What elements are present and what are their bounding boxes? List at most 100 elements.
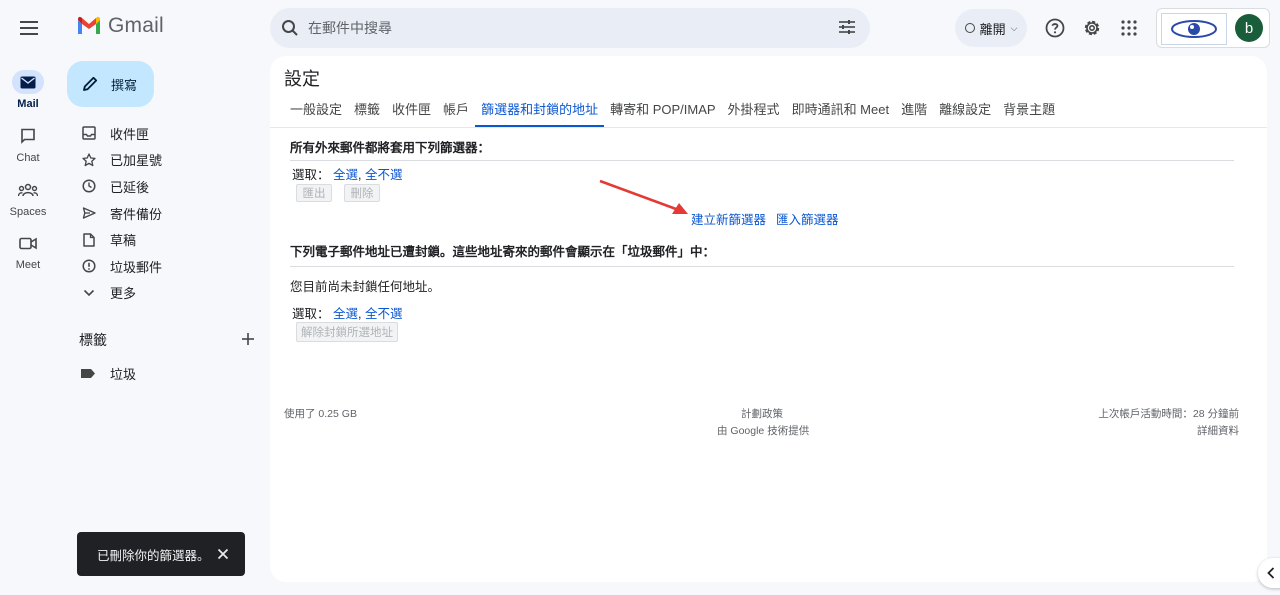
mail-icon: [12, 70, 44, 94]
plus-icon: [242, 332, 254, 345]
rail-item-mail[interactable]: Mail: [0, 70, 56, 110]
tab-themes[interactable]: 背景主題: [997, 99, 1061, 127]
search-icon[interactable]: [280, 18, 300, 38]
add-label-button[interactable]: [241, 332, 255, 349]
nav-item-spam[interactable]: 垃圾郵件: [56, 253, 270, 280]
close-snackbar-button[interactable]: [215, 546, 231, 562]
delete-button[interactable]: 刪除: [344, 184, 380, 202]
pencil-icon: [83, 76, 98, 91]
rail-label: Spaces: [9, 206, 47, 218]
nav-item-inbox[interactable]: 收件匣: [56, 120, 270, 147]
select-all-link[interactable]: 全選: [333, 307, 358, 321]
label-item-trash[interactable]: 垃圾: [80, 362, 136, 384]
select-none-link[interactable]: 全不選: [365, 307, 403, 321]
nav-label: 寄件備份: [110, 206, 163, 222]
rail-item-spaces[interactable]: Spaces: [0, 178, 56, 218]
labels-title: 標籤: [79, 332, 107, 348]
tab-offline[interactable]: 離線設定: [933, 99, 997, 127]
nav-item-more[interactable]: 更多: [56, 280, 270, 307]
settings-tabs: 一般設定 標籤 收件匣 帳戶 篩選器和封鎖的地址 轉寄和 POP/IMAP 外掛…: [284, 99, 1061, 127]
compose-label: 撰寫: [111, 77, 138, 93]
clock-icon: [80, 177, 98, 195]
app-name: Gmail: [108, 14, 164, 37]
account-switcher[interactable]: b: [1156, 8, 1270, 48]
nav-label: 更多: [110, 286, 137, 302]
chat-icon: [12, 124, 44, 148]
search-input[interactable]: [308, 20, 808, 36]
help-button[interactable]: [1035, 8, 1075, 48]
rail-label: Mail: [17, 98, 39, 110]
rail-label: Meet: [15, 259, 41, 271]
select-label: 選取：: [292, 168, 330, 182]
organization-logo-icon: [1171, 20, 1217, 38]
nav-item-starred[interactable]: 已加星號: [56, 147, 270, 174]
compose-button[interactable]: 撰寫: [67, 61, 154, 107]
side-panel-toggle[interactable]: [1258, 558, 1280, 588]
away-status-icon: [964, 23, 975, 33]
tab-filters-blocked[interactable]: 篩選器和封鎖的地址: [475, 99, 605, 127]
status-label: 離開: [979, 21, 1006, 37]
inbox-icon: [80, 124, 98, 142]
rail-item-meet[interactable]: Meet: [0, 231, 56, 271]
select-all-link[interactable]: 全選: [333, 168, 358, 182]
annotation-arrow: [599, 179, 688, 214]
unblock-selected-button[interactable]: 解除封鎖所選地址: [296, 322, 398, 342]
avatar[interactable]: b: [1235, 14, 1263, 42]
tab-accounts[interactable]: 帳戶: [437, 99, 475, 127]
close-icon: [217, 548, 229, 560]
tab-advanced[interactable]: 進階: [895, 99, 933, 127]
storage-usage: 使用了 0.25 GB: [284, 408, 357, 420]
tabs-divider: [270, 127, 1267, 128]
apps-button[interactable]: [1109, 8, 1149, 48]
draft-icon: [80, 231, 98, 249]
snackbar-message: 已刪除你的篩選器。: [97, 548, 210, 563]
tab-general[interactable]: 一般設定: [284, 99, 348, 127]
section-divider: [290, 266, 1234, 267]
hamburger-menu-icon: [20, 21, 38, 35]
rail-item-chat[interactable]: Chat: [0, 124, 56, 164]
search-options-icon[interactable]: [838, 18, 858, 38]
labels-header: 標籤: [79, 330, 255, 350]
blocked-select-row: 選取： 全選, 全不選: [292, 307, 403, 321]
apps-grid-icon: [1121, 20, 1137, 36]
tab-chat-meet[interactable]: 即時通訊和 Meet: [786, 99, 896, 127]
top-bar: Gmail 離開 ⌵ b: [0, 0, 1280, 56]
create-filter-link[interactable]: 建立新篩選器: [691, 209, 766, 228]
nav-label: 已加星號: [110, 153, 163, 169]
nav-item-sent[interactable]: 寄件備份: [56, 200, 270, 227]
nav-label: 草稿: [110, 233, 137, 249]
page-title: 設定: [284, 69, 320, 89]
rail-label: Chat: [16, 152, 40, 164]
label-icon: [80, 368, 98, 379]
status-selector[interactable]: 離開 ⌵: [955, 9, 1027, 47]
label-name: 垃圾: [110, 366, 137, 382]
tab-inbox[interactable]: 收件匣: [386, 99, 437, 127]
select-none-link[interactable]: 全不選: [365, 168, 403, 182]
search-bar[interactable]: [270, 8, 870, 48]
tab-addons[interactable]: 外掛程式: [722, 99, 786, 127]
details-link[interactable]: 詳細資料: [1197, 423, 1239, 438]
powered-by-text: 由 Google 技術提供: [717, 425, 810, 437]
last-activity-text: 上次帳戶活動時間：28 分鐘前: [1098, 408, 1239, 420]
gear-icon: [1084, 20, 1100, 36]
tab-labels[interactable]: 標籤: [348, 99, 386, 127]
no-blocked-text: 您目前尚未封鎖任何地址。: [290, 280, 441, 294]
send-icon: [80, 204, 98, 222]
snackbar: 已刪除你的篩選器。: [77, 532, 245, 576]
nav-item-snoozed[interactable]: 已延後: [56, 173, 270, 200]
gmail-logo[interactable]: Gmail: [76, 14, 164, 38]
main-menu-button[interactable]: [10, 8, 50, 48]
nav-item-drafts[interactable]: 草稿: [56, 226, 270, 253]
settings-button[interactable]: [1072, 8, 1112, 48]
gmail-m-icon: [78, 16, 100, 34]
select-label: 選取：: [292, 307, 330, 321]
blocked-section-title: 下列電子郵件地址已遭封鎖。這些地址寄來的郵件會顯示在「垃圾郵件」中：: [290, 245, 716, 259]
nav-label: 垃圾郵件: [110, 259, 163, 275]
tab-forwarding-pop-imap[interactable]: 轉寄和 POP/IMAP: [604, 99, 721, 127]
star-icon: [80, 151, 98, 169]
nav-label: 收件匣: [110, 126, 150, 142]
import-filters-link[interactable]: 匯入篩選器: [776, 209, 839, 228]
export-button[interactable]: 匯出: [296, 184, 332, 202]
chevron-down-icon: [80, 284, 98, 302]
program-policy-link[interactable]: 計劃政策: [741, 406, 783, 421]
